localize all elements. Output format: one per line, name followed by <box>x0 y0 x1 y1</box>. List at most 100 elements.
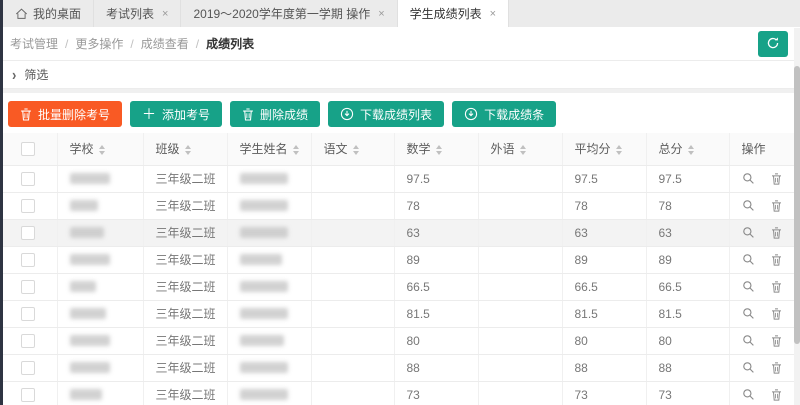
sort-icon[interactable] <box>185 145 191 155</box>
delete-row-icon[interactable] <box>771 254 782 266</box>
column-header-math[interactable]: 数学 <box>394 133 478 165</box>
sort-icon[interactable] <box>436 145 442 155</box>
tab-close-icon[interactable]: × <box>162 8 168 20</box>
delete-row-icon[interactable] <box>771 389 782 401</box>
cell-foreign-lang <box>478 273 562 300</box>
delete-row-icon[interactable] <box>771 362 782 374</box>
redacted-school-text <box>70 281 96 292</box>
breadcrumb-item[interactable]: 更多操作 <box>75 35 123 52</box>
row-checkbox[interactable] <box>21 334 35 348</box>
view-detail-icon[interactable] <box>742 280 755 293</box>
cell-total: 89 <box>646 246 729 273</box>
cell-average: 89 <box>562 246 646 273</box>
cell-math: 66.5 <box>394 273 478 300</box>
filter-section[interactable]: › 筛选 <box>0 61 800 89</box>
tab-exam-list[interactable]: 考试列表 × <box>94 0 181 27</box>
view-detail-icon[interactable] <box>742 253 755 266</box>
view-detail-icon[interactable] <box>742 199 755 212</box>
column-header-student-name[interactable]: 学生姓名 <box>227 133 311 165</box>
view-detail-icon[interactable] <box>742 307 755 320</box>
cell-school <box>57 381 143 405</box>
cell-chinese <box>311 354 394 381</box>
delete-score-button[interactable]: 删除成绩 <box>230 101 320 127</box>
download-score-list-button[interactable]: 下载成绩列表 <box>328 101 444 127</box>
sort-icon[interactable] <box>353 145 359 155</box>
view-detail-icon[interactable] <box>742 226 755 239</box>
delete-row-icon[interactable] <box>771 173 782 185</box>
view-detail-icon[interactable] <box>742 172 755 185</box>
sort-icon[interactable] <box>520 145 526 155</box>
cell-class: 三年级二班 <box>143 327 227 354</box>
cell-school <box>57 246 143 273</box>
cell-student-name <box>227 246 311 273</box>
sort-icon[interactable] <box>99 145 105 155</box>
tab-student-score-list[interactable]: 学生成绩列表 × <box>398 0 509 27</box>
delete-row-icon[interactable] <box>771 200 782 212</box>
download-score-slip-button[interactable]: 下载成绩条 <box>452 101 556 127</box>
cell-total: 80 <box>646 327 729 354</box>
select-all-checkbox[interactable] <box>21 142 35 156</box>
row-checkbox[interactable] <box>21 172 35 186</box>
row-checkbox[interactable] <box>21 361 35 375</box>
redacted-name-text <box>240 227 288 238</box>
table-row: 三年级二班 66.5 66.5 66.5 <box>0 273 800 300</box>
delete-row-icon[interactable] <box>771 335 782 347</box>
redacted-name-text <box>240 254 282 265</box>
sort-icon[interactable] <box>688 145 694 155</box>
row-checkbox[interactable] <box>21 388 35 402</box>
view-detail-icon[interactable] <box>742 334 755 347</box>
cell-chinese <box>311 219 394 246</box>
refresh-button[interactable] <box>758 31 788 57</box>
column-header-class[interactable]: 班级 <box>143 133 227 165</box>
column-header-chinese[interactable]: 语文 <box>311 133 394 165</box>
table-row: 三年级二班 89 89 89 <box>0 246 800 273</box>
cell-operation <box>729 354 800 381</box>
breadcrumb-item[interactable]: 成绩查看 <box>141 35 189 52</box>
row-checkbox[interactable] <box>21 307 35 321</box>
refresh-icon <box>766 36 780 53</box>
cell-student-name <box>227 273 311 300</box>
column-header-operation: 操作 <box>729 133 800 165</box>
sort-icon[interactable] <box>616 145 622 155</box>
delete-row-icon[interactable] <box>771 308 782 320</box>
cell-math: 80 <box>394 327 478 354</box>
redacted-school-text <box>70 362 110 373</box>
cell-student-name <box>227 327 311 354</box>
cell-operation <box>729 273 800 300</box>
cell-total: 78 <box>646 192 729 219</box>
column-header-total[interactable]: 总分 <box>646 133 729 165</box>
column-header-average[interactable]: 平均分 <box>562 133 646 165</box>
row-checkbox[interactable] <box>21 253 35 267</box>
table-row: 三年级二班 63 63 63 <box>0 219 800 246</box>
add-exam-no-button[interactable]: ＋ 添加考号 <box>130 101 222 127</box>
row-checkbox[interactable] <box>21 280 35 294</box>
cell-total: 63 <box>646 219 729 246</box>
cell-chinese <box>311 381 394 405</box>
view-detail-icon[interactable] <box>742 361 755 374</box>
breadcrumb-separator: / <box>65 37 68 51</box>
tab-semester-operation[interactable]: 2019～2020学年度第一学期 操作 × <box>181 0 397 27</box>
cell-school <box>57 192 143 219</box>
row-checkbox[interactable] <box>21 199 35 213</box>
tab-my-desktop[interactable]: 我的桌面 <box>3 0 94 27</box>
view-detail-icon[interactable] <box>742 388 755 401</box>
column-header-school[interactable]: 学校 <box>57 133 143 165</box>
cell-operation <box>729 246 800 273</box>
breadcrumb-item[interactable]: 考试管理 <box>10 35 58 52</box>
tab-close-icon[interactable]: × <box>490 8 496 20</box>
sort-icon[interactable] <box>293 145 299 155</box>
redacted-name-text <box>240 362 288 373</box>
cell-math: 97.5 <box>394 165 478 192</box>
cell-math: 78 <box>394 192 478 219</box>
cell-total: 73 <box>646 381 729 405</box>
delete-row-icon[interactable] <box>771 227 782 239</box>
cell-school <box>57 219 143 246</box>
delete-row-icon[interactable] <box>771 281 782 293</box>
tab-close-icon[interactable]: × <box>378 8 384 20</box>
batch-delete-exam-no-button[interactable]: 批量删除考号 <box>8 101 122 127</box>
vertical-scrollbar[interactable] <box>794 28 800 405</box>
score-table: 学校 班级 学生姓名 语文 数学 外语 平均分 总分 操作 三年级二班 97.5… <box>0 133 800 405</box>
scrollbar-thumb[interactable] <box>794 66 800 344</box>
column-header-foreign-lang[interactable]: 外语 <box>478 133 562 165</box>
row-checkbox[interactable] <box>21 226 35 240</box>
